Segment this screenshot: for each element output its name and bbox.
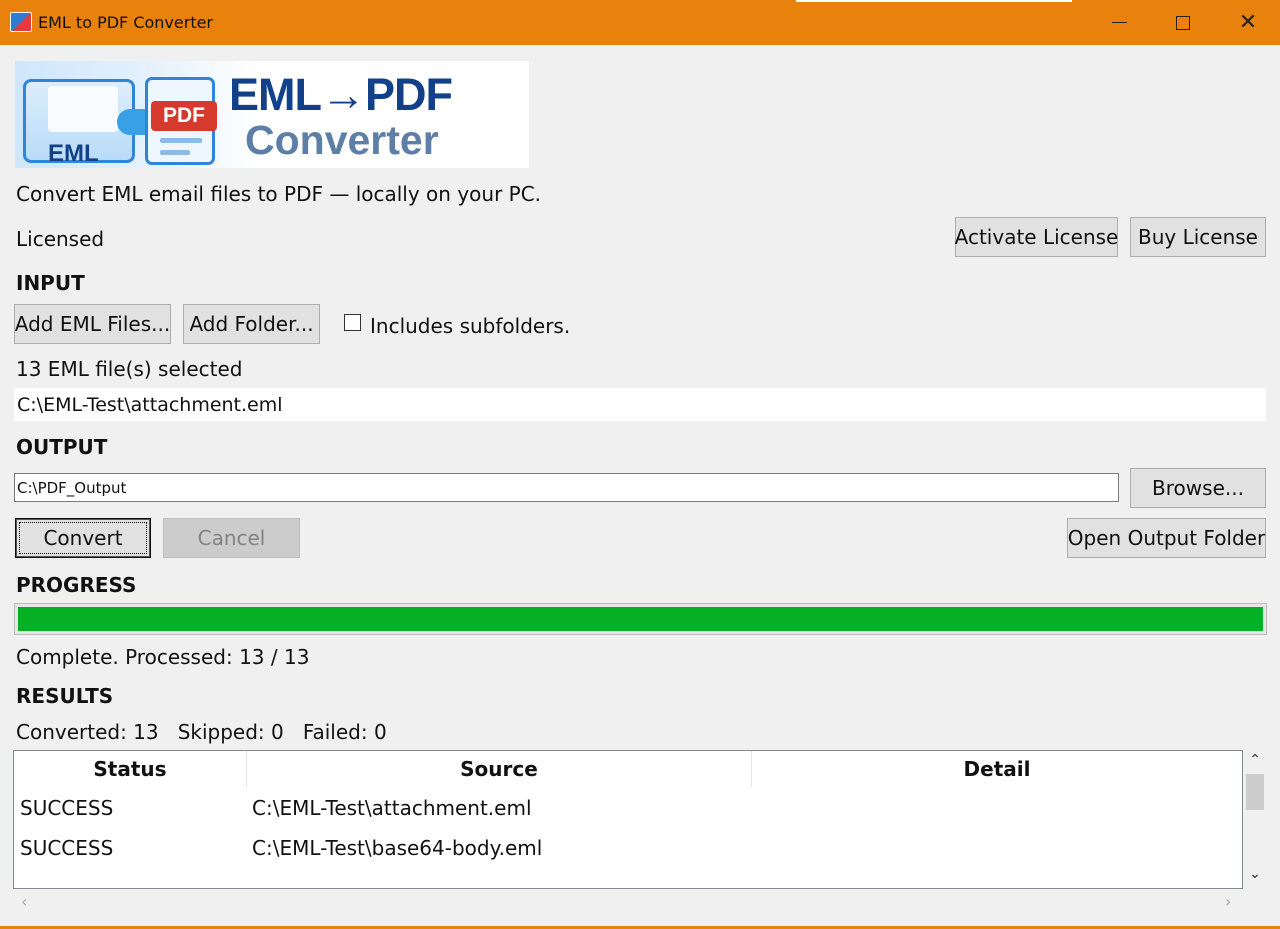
input-file-item[interactable]: C:\EML-Test\attachment.eml: [17, 394, 283, 416]
output-path-field[interactable]: C:\PDF_Output: [14, 473, 1119, 502]
product-banner: EML PDF EML→PDF Converter: [15, 61, 529, 168]
selected-count: 13 EML file(s) selected: [16, 357, 243, 381]
column-header-source[interactable]: Source: [247, 751, 752, 787]
results-summary: Converted: 13 Skipped: 0 Failed: 0: [16, 720, 387, 744]
results-section-title: RESULTS: [16, 684, 114, 708]
window-title: EML to PDF Converter: [38, 13, 214, 32]
minimize-button[interactable]: [1086, 0, 1152, 45]
open-output-folder-button[interactable]: Open Output Folder: [1067, 518, 1266, 558]
envelope-letter: [48, 86, 118, 132]
include-subfolders-label[interactable]: Includes subfolders.: [370, 314, 570, 338]
browse-button[interactable]: Browse...: [1130, 468, 1266, 508]
brand-title: EML→PDF: [229, 69, 453, 120]
convert-button[interactable]: Convert: [15, 518, 151, 558]
eml-badge: EML: [48, 140, 99, 167]
close-button[interactable]: ✕: [1215, 0, 1280, 45]
vertical-scrollbar[interactable]: ⌃ ⌄: [1244, 750, 1266, 889]
pdf-badge: PDF: [151, 101, 217, 131]
scroll-thumb[interactable]: [1246, 774, 1264, 810]
brand-subtitle: Converter: [245, 117, 439, 163]
title-bar-highlight: [796, 0, 1072, 2]
row-source: C:\EML-Test\base64-body.eml: [252, 836, 543, 860]
row-status: SUCCESS: [20, 836, 114, 860]
progress-section-title: PROGRESS: [16, 573, 137, 597]
app-icon: [10, 12, 32, 32]
minimize-icon: [1111, 22, 1127, 23]
tagline: Convert EML email files to PDF — locally…: [16, 182, 542, 206]
chevron-up-icon[interactable]: ⌃: [1244, 752, 1266, 768]
buy-license-button[interactable]: Buy License: [1130, 217, 1266, 257]
title-bar: EML to PDF Converter ✕: [0, 0, 1280, 45]
license-status: Licensed: [16, 227, 105, 251]
progress-status: Complete. Processed: 13 / 13: [16, 645, 310, 669]
progress-bar: [14, 603, 1267, 635]
output-path-value: C:\PDF_Output: [17, 478, 127, 497]
column-header-status[interactable]: Status: [14, 751, 247, 787]
include-subfolders-checkbox[interactable]: [344, 314, 361, 331]
activate-license-button[interactable]: Activate License: [955, 217, 1118, 257]
chevron-left-icon[interactable]: ‹: [21, 892, 27, 911]
chevron-down-icon[interactable]: ⌄: [1244, 866, 1266, 882]
column-header-detail[interactable]: Detail: [752, 751, 1242, 787]
horizontal-scrollbar[interactable]: ‹ ›: [13, 890, 1243, 912]
close-icon: ✕: [1238, 9, 1258, 35]
input-section-title: INPUT: [16, 271, 85, 295]
chevron-right-icon[interactable]: ›: [1225, 892, 1231, 911]
doc-line: [160, 138, 202, 143]
row-status: SUCCESS: [20, 796, 114, 820]
add-folder-button[interactable]: Add Folder...: [183, 304, 320, 344]
maximize-icon: [1176, 15, 1190, 30]
row-source: C:\EML-Test\attachment.eml: [252, 796, 532, 820]
add-eml-files-button[interactable]: Add EML Files...: [14, 304, 171, 344]
doc-line: [160, 150, 190, 155]
maximize-button[interactable]: [1150, 0, 1216, 45]
cancel-button[interactable]: Cancel: [163, 518, 300, 558]
progress-bar-fill: [18, 607, 1263, 631]
results-table[interactable]: Status Source Detail SUCCESS C:\EML-Test…: [13, 750, 1243, 889]
input-file-list[interactable]: C:\EML-Test\attachment.eml: [14, 388, 1266, 421]
output-section-title: OUTPUT: [16, 435, 108, 459]
